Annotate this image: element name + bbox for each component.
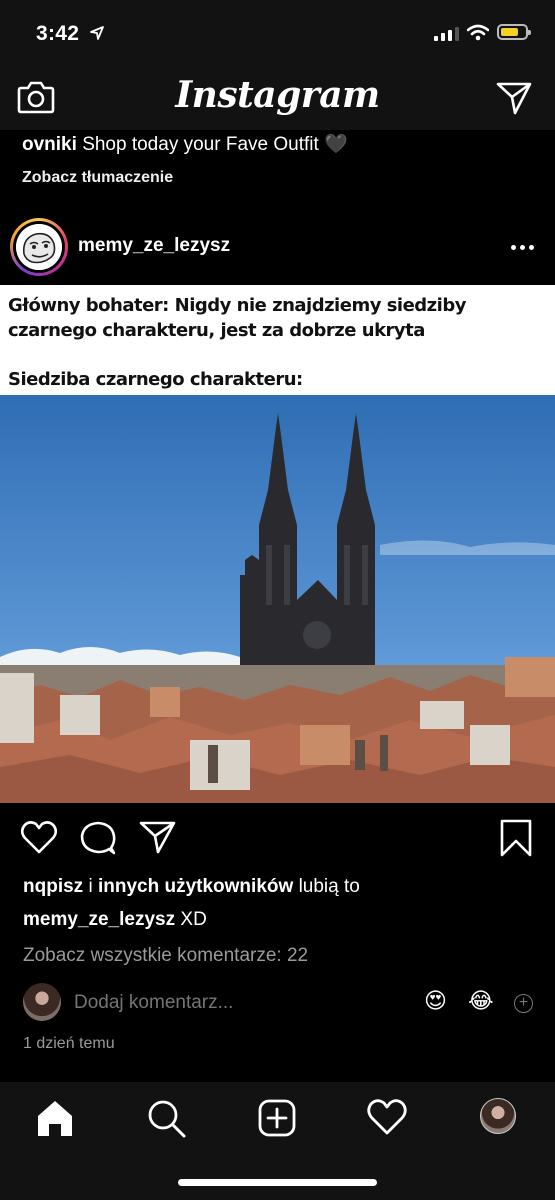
comment-icon[interactable] [78,818,118,858]
current-user-avatar [23,983,61,1021]
search-icon[interactable] [144,1096,188,1140]
post-header: memy_ze_lezysz [0,211,555,283]
status-time: 3:42 [36,22,80,45]
meme-text-line: Siedziba czarnego charakteru: [8,369,303,390]
save-bookmark-icon[interactable] [496,818,536,858]
view-all-comments-link[interactable]: Zobacz wszystkie komentarze: 22 [23,945,308,967]
heart-eyes-emoji-button[interactable]: 😍 [424,988,447,1014]
app-title-logo: Instagram [175,74,380,116]
laughing-emoji-button[interactable]: 😂 [468,988,494,1014]
cathedral-photo [0,395,555,803]
post-image[interactable]: Główny bohater: Nigdy nie znajdziemy sie… [0,285,555,803]
more-options-icon[interactable] [505,232,539,262]
new-post-icon[interactable] [255,1096,299,1140]
previous-post-caption: ovniki Shop today your Fave Outfit 🖤 [22,132,535,156]
likes-suffix: lubią to [298,876,360,897]
add-comment-row: 😍 😂 + [0,980,555,1024]
bottom-tab-bar [0,1082,555,1200]
other-likers-link[interactable]: innych użytkowników [98,876,293,897]
direct-message-icon[interactable] [495,79,533,117]
like-heart-icon[interactable] [19,818,59,858]
likes-connector: i [88,876,93,897]
post-caption: memy_ze_lezysz XD [23,909,207,931]
liker-username[interactable]: nqpisz [23,876,83,897]
post-timestamp: 1 dzień temu [23,1035,115,1052]
post-avatar[interactable] [10,218,68,276]
cell-signal-icon [434,27,459,41]
wifi-icon [467,24,489,41]
profile-avatar[interactable] [480,1098,516,1134]
home-indicator[interactable] [178,1179,377,1186]
caption-text: XD [180,909,207,930]
likes-line: nqpisz i innych użytkowników lubią to [23,876,360,898]
app-header: Instagram [0,66,555,130]
post-username[interactable]: memy_ze_lezysz [78,235,230,257]
status-bar: 3:42 [0,0,555,66]
meme-text-line: Główny bohater: Nigdy nie znajdziemy sie… [8,295,466,341]
battery-icon [497,24,531,40]
previous-post-caption-text: Shop today your Fave Outfit 🖤 [82,134,348,155]
comment-input[interactable] [74,992,404,1014]
post-actions [0,818,555,862]
translate-link[interactable]: Zobacz tłumaczenie [22,169,173,187]
previous-post-username[interactable]: ovniki [22,134,77,155]
share-icon[interactable] [138,818,178,858]
meme-face-icon [16,224,62,270]
home-icon[interactable] [33,1096,77,1140]
caption-username[interactable]: memy_ze_lezysz [23,909,175,930]
activity-heart-icon[interactable] [365,1096,409,1140]
add-emoji-icon[interactable]: + [514,994,533,1013]
location-arrow-icon [90,26,104,40]
